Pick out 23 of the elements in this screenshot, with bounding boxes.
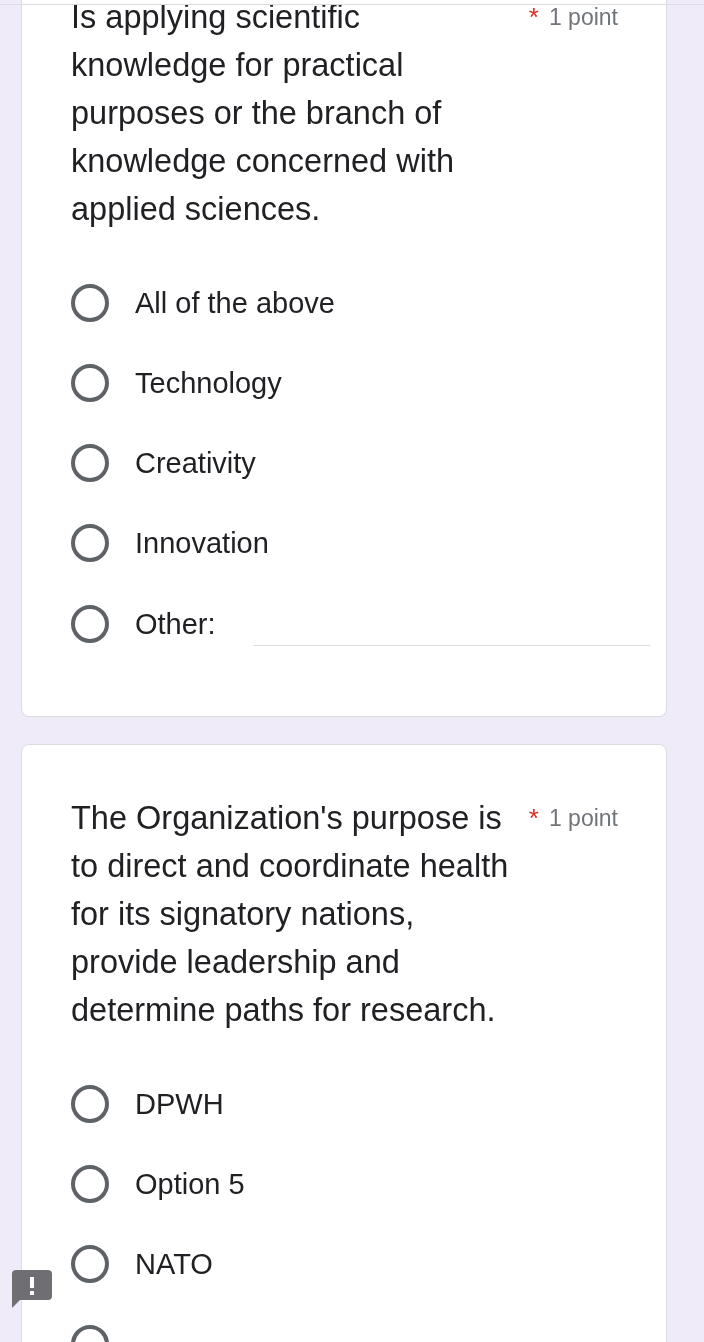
option-label: Other: [135, 607, 216, 641]
radio-button[interactable] [71, 444, 109, 482]
option-label: DPWH [135, 1087, 224, 1121]
option-label: NATO [135, 1247, 213, 1281]
option-label: Creativity [135, 446, 256, 480]
radio-button[interactable] [71, 364, 109, 402]
radio-button[interactable] [71, 1085, 109, 1123]
question-text: Is applying scientific knowledge for practical purposes or the branch of knowledge concerned with applied sciences. [71, 0, 456, 229]
option-label: Option 5 [135, 1167, 245, 1201]
required-asterisk: * [528, 4, 539, 30]
points-label: 1 point [548, 4, 618, 30]
radio-button[interactable] [71, 1245, 109, 1283]
radio-button[interactable] [71, 524, 109, 562]
option-label: All of the above [135, 286, 335, 320]
option-label: Innovation [135, 526, 269, 560]
question-text: The Organization's purpose is to direct and coordinate health for its signatory nations, provide leadership and determine paths for research. [71, 799, 510, 1030]
report-icon[interactable] [12, 1268, 52, 1308]
radio-button[interactable] [71, 1165, 109, 1203]
points-label: 1 point [548, 805, 618, 831]
option-label: Technology [135, 366, 282, 400]
radio-button[interactable] [71, 284, 109, 322]
required-asterisk: * [528, 805, 539, 831]
radio-button[interactable] [71, 605, 109, 643]
